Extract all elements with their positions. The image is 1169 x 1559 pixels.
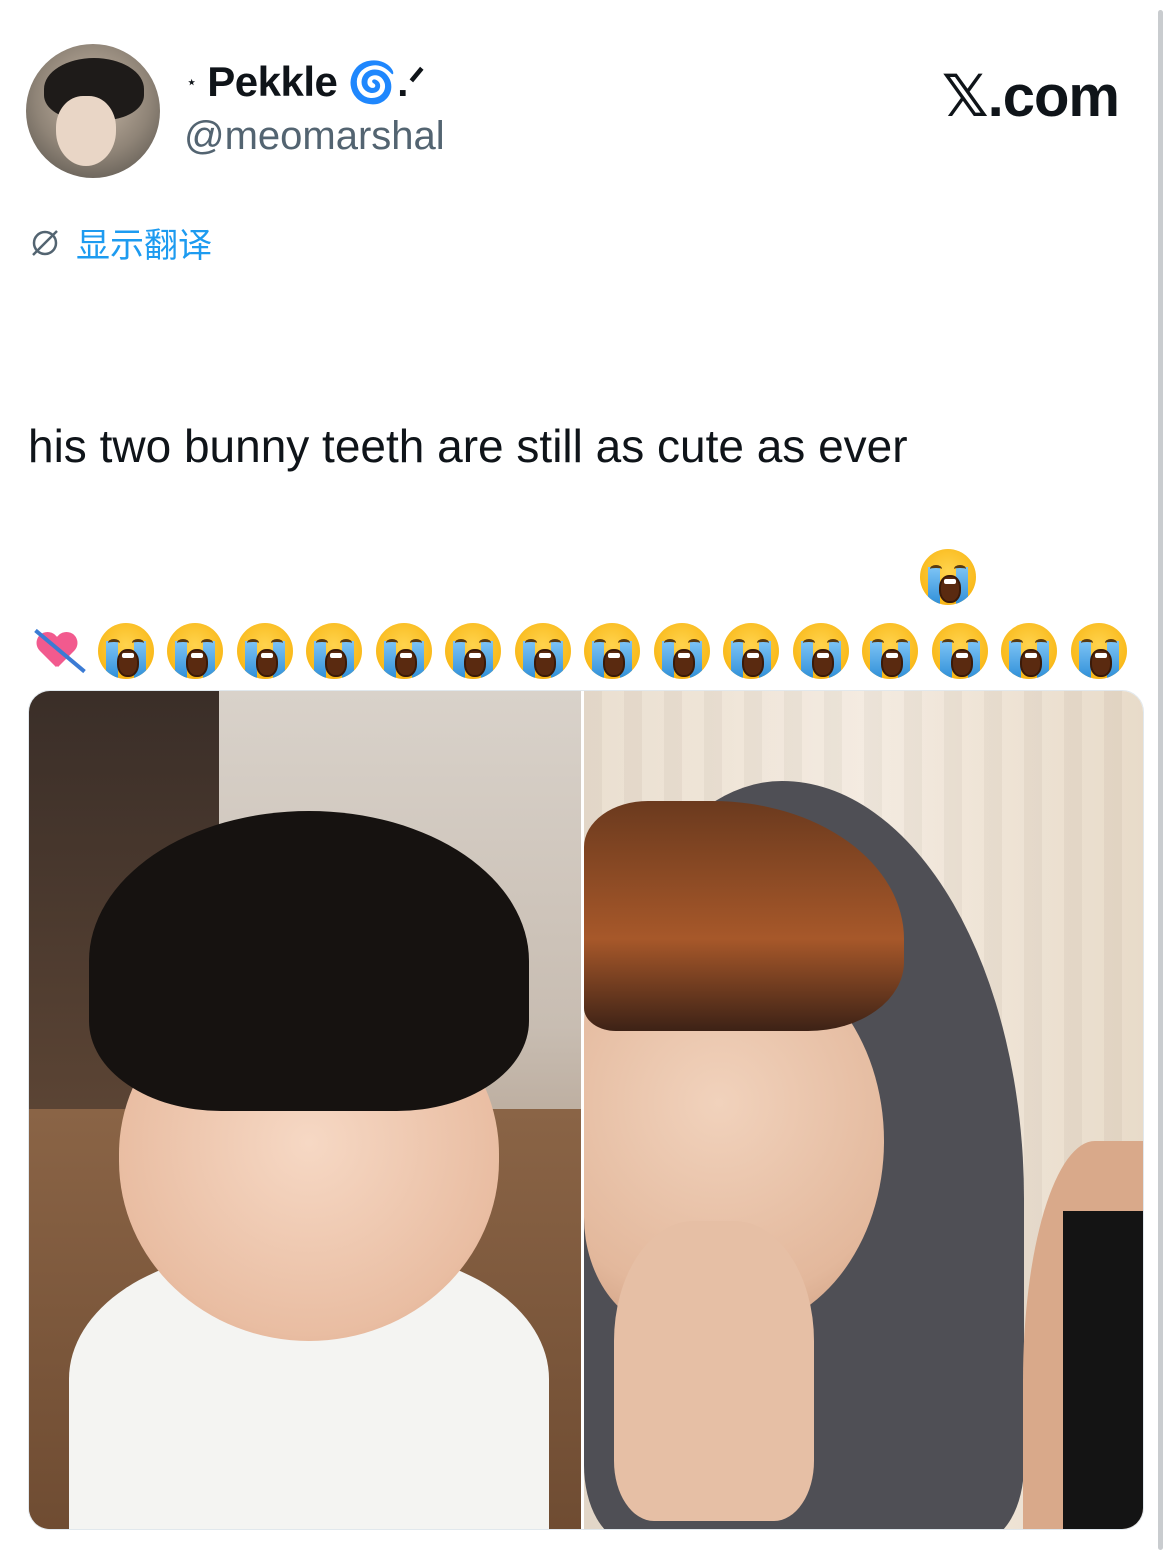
loudly-crying-face-icon [723, 623, 779, 679]
loudly-crying-face-icon [306, 623, 362, 679]
display-name[interactable]: Pekkle [207, 58, 338, 106]
tweet-media[interactable] [28, 690, 1144, 1530]
loudly-crying-face-icon [584, 623, 640, 679]
media-photo-toddler[interactable] [29, 691, 584, 1529]
emoji-row [28, 616, 1138, 686]
name-decoration: 🌀.ᐟ [347, 60, 426, 105]
avatar[interactable] [26, 44, 160, 178]
loudly-crying-face-icon [375, 623, 432, 679]
tweet-text-body: his two bunny teeth are still as cute as… [28, 420, 908, 472]
loudly-crying-face-icon [514, 623, 571, 679]
loudly-crying-face-icon [236, 623, 293, 679]
loudly-crying-face-icon [919, 413, 976, 605]
scrollbar[interactable] [1158, 10, 1163, 1550]
loudly-crying-face-icon [792, 623, 849, 679]
show-translation-button[interactable]: 显示翻译 [28, 218, 212, 267]
translate-icon [28, 226, 62, 260]
star-icon: ⋆ [186, 72, 198, 92]
loudly-crying-face-icon [862, 623, 918, 679]
loudly-crying-face-icon [931, 623, 988, 679]
loudly-crying-face-icon [167, 623, 223, 679]
heart-with-arrow-icon [28, 623, 86, 679]
loudly-crying-face-icon [1001, 623, 1057, 679]
show-translation-label[interactable]: 显示翻译 [76, 218, 212, 267]
loudly-crying-face-icon [1070, 623, 1127, 679]
media-photo-man-hoodie[interactable] [584, 691, 1143, 1529]
loudly-crying-face-icon [653, 623, 710, 679]
loudly-crying-face-icon [97, 623, 154, 679]
user-handle[interactable]: @meomarshal [184, 114, 445, 159]
site-logo: 𝕏.com [941, 64, 1120, 129]
loudly-crying-face-icon [445, 623, 501, 679]
author-name-row[interactable]: ⋆ Pekkle 🌀.ᐟ [186, 58, 425, 106]
